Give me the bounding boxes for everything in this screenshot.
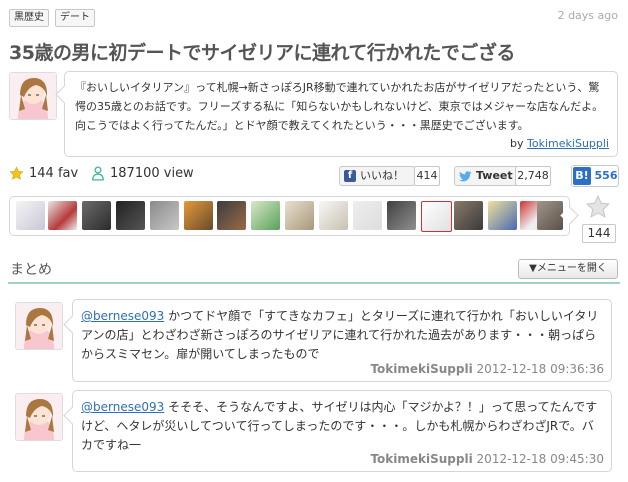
tweet-mention-link[interactable]: @bernese093 [81,400,164,414]
fav-user-avatar[interactable] [454,201,483,230]
hatena-bookmark-button[interactable]: B! 556 [571,165,619,187]
tweet-meta: TokimekiSuppli 2012-12-18 09:36:36 [370,362,604,376]
tweet-card: @bernese093 そそそ、そうなんですよ、サイゼリは内心「マジかよ？！」っ… [72,390,612,472]
by-label: by [510,137,524,150]
fav-count-box: 144 [582,224,616,243]
section-title: まとめ [10,262,52,278]
posted-time: 2 days ago [557,9,618,22]
fav-user-avatar[interactable] [353,201,382,230]
like-count: 414 [414,166,440,186]
fav-users-bar [9,196,570,236]
avatar-image [16,394,62,440]
fav-user-avatar[interactable] [285,201,314,230]
fav-count-label: 144 fav [29,166,79,181]
author-avatar[interactable] [9,72,57,120]
open-menu-button[interactable]: ▼メニューを開く [518,259,618,279]
tweet-time[interactable]: 2012-12-18 09:36:36 [477,362,604,376]
fav-user-avatar[interactable] [251,201,280,230]
tweet-card: @bernese093 かつてドヤ顔で「すてきなカフェ」とタリーズに連れて行かれ… [72,299,612,382]
tweet-button[interactable]: Tweet [454,166,518,186]
tweet-label: Tweet [476,169,513,182]
fav-user-avatar[interactable] [387,201,416,230]
description-text: 『おいしいイタリアン』って札幌→新さっぽろJR移動で連れていかれたお店がサイゼリ… [75,81,604,132]
avatar-image [16,303,62,349]
description-box: 『おいしいイタリアン』って札幌→新さっぽろJR移動で連れていかれたお店がサイゼリ… [64,71,618,157]
fav-user-avatar[interactable] [116,201,145,230]
view-count-label: 187100 view [110,166,194,181]
fav-star-icon[interactable] [585,194,611,220]
tag-kurorekishi[interactable]: 黒歴史 [9,9,49,27]
fav-user-avatar[interactable] [421,201,452,232]
fav-user-avatar[interactable] [48,201,77,230]
hatena-count: 556 [594,169,618,182]
byline: by TokimekiSuppli [510,137,609,150]
hatena-bookmark-icon: B! [573,167,591,185]
view-stat: 187100 view [91,166,194,181]
tweet-text: @bernese093 そそそ、そうなんですよ、サイゼリは内心「マジかよ？！」っ… [81,398,603,455]
author-link[interactable]: TokimekiSuppli [527,137,609,150]
fav-user-avatar[interactable] [537,201,563,230]
fav-user-avatar[interactable] [217,201,246,230]
fav-user-avatar[interactable] [488,201,517,230]
page-title: 35歳の男に初デートでサイゼリアに連れて行かれたでござる [9,42,515,64]
tweet-user[interactable]: TokimekiSuppli [370,452,472,466]
tweet-meta: TokimekiSuppli 2012-12-18 09:45:30 [370,452,604,466]
section-divider [8,282,620,284]
fav-user-avatar[interactable] [184,201,213,230]
tweet-user[interactable]: TokimekiSuppli [370,362,472,376]
fav-user-avatar[interactable] [16,201,45,230]
facebook-like-button[interactable]: f いいね！ [339,166,415,186]
tweet-count: 2,748 [515,166,551,186]
facebook-icon: f [344,170,356,182]
star-icon [9,166,24,180]
avatar-image [10,73,56,119]
fav-stat: 144 fav [9,166,78,181]
tweet-time[interactable]: 2012-12-18 09:45:30 [477,452,604,466]
tweet-text: @bernese093 かつてドヤ顔で「すてきなカフェ」とタリーズに連れて行かれ… [81,307,603,364]
like-label: いいね！ [360,169,404,182]
fav-user-avatar[interactable] [150,201,179,230]
fav-user-avatar[interactable] [82,201,111,230]
tweet-mention-link[interactable]: @bernese093 [81,309,164,323]
twitter-bird-icon [459,170,472,181]
fav-user-avatar[interactable] [319,201,348,230]
tweet-avatar[interactable] [15,302,63,350]
person-icon [92,166,104,181]
tweet-avatar[interactable] [15,393,63,441]
tag-date[interactable]: デート [55,9,95,27]
